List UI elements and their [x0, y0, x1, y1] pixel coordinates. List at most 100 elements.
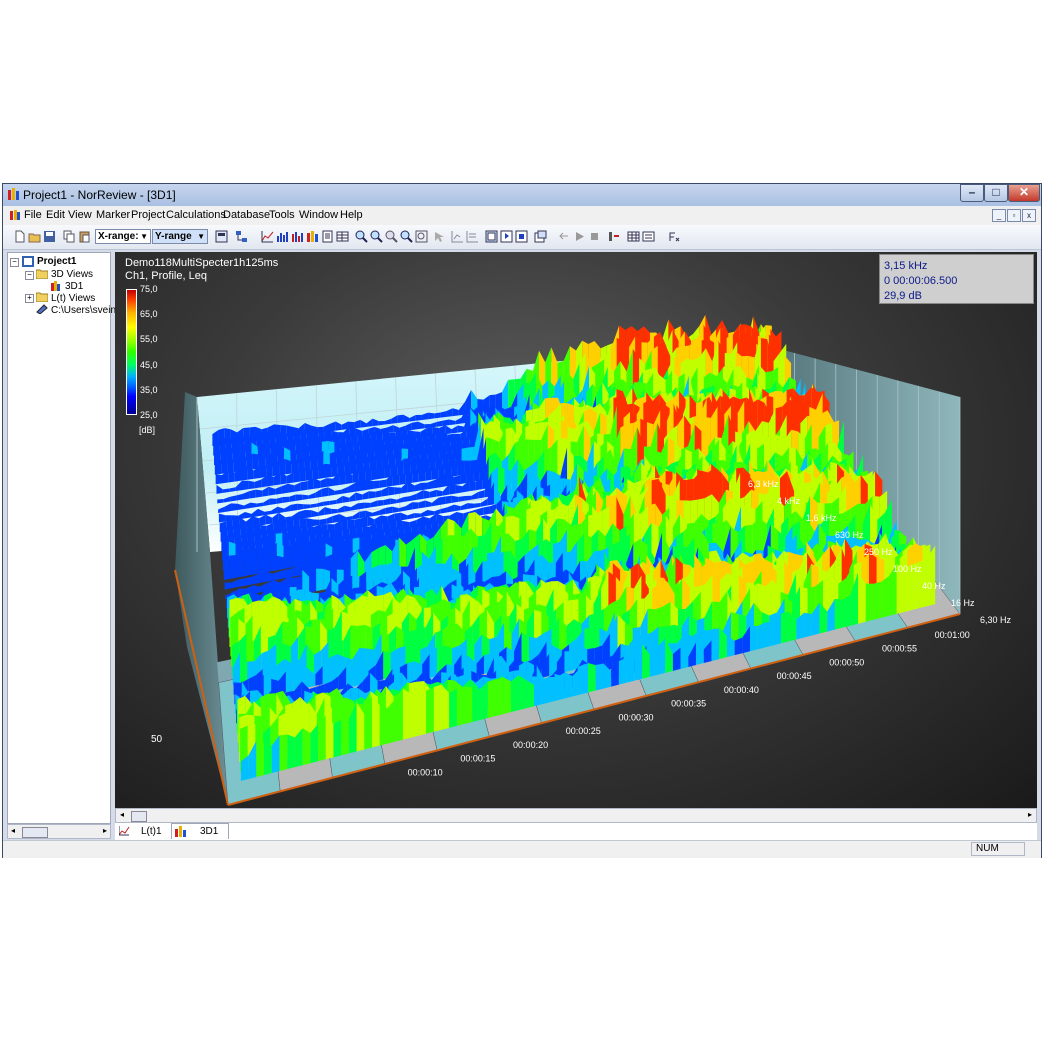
readout-level: 29,9 dB [884, 290, 922, 302]
view-mode-icon[interactable] [485, 230, 498, 243]
tree-3d-views[interactable]: 3D Views [51, 269, 93, 280]
axis-icon[interactable] [451, 230, 464, 243]
mdi-minimize-button[interactable]: _ [992, 209, 1006, 222]
x-range-dropdown[interactable]: X-range: ▼ [95, 229, 151, 244]
time-tick-label: 00:00:35 [671, 699, 706, 709]
grid-icon[interactable] [627, 230, 640, 243]
zoom-fit-icon[interactable] [400, 230, 413, 243]
menu-edit[interactable]: Edit [46, 209, 65, 221]
tree-scrollbar[interactable]: ◂ ▸ [7, 824, 111, 839]
stop-icon[interactable] [588, 230, 601, 243]
axis-scale-icon[interactable] [466, 230, 479, 243]
export-icon[interactable] [534, 230, 547, 243]
arrow-right-icon[interactable]: ▸ [103, 826, 107, 835]
document-icon[interactable] [9, 209, 21, 221]
tree-expander[interactable]: − [10, 258, 19, 267]
scroll-thumb[interactable] [131, 811, 147, 822]
tab-3d1-container[interactable]: 3D1 [171, 823, 229, 839]
3d-spectrum-view[interactable]: 00:00:10 00:00:15 00:00:20 00:00:25 00:00:30… [115, 252, 1037, 808]
surface-patch [306, 518, 314, 528]
cursor-icon[interactable] [433, 230, 446, 243]
surface-patch [881, 576, 889, 618]
maximize-button[interactable]: □ [984, 184, 1008, 202]
3d-view-icon[interactable] [306, 230, 319, 243]
close-button[interactable]: ✕ [1008, 184, 1040, 202]
zoom-icon[interactable] [385, 230, 398, 243]
arrow-left-icon[interactable]: ◂ [11, 826, 15, 835]
paste-icon[interactable] [78, 230, 91, 243]
surface-patch [358, 466, 366, 483]
menu-database[interactable]: Database [223, 209, 270, 221]
tree-expander[interactable]: − [25, 271, 34, 280]
tab-lt1[interactable]: L(t)1 [141, 824, 162, 839]
measure-icon[interactable] [607, 230, 620, 243]
tree-lt-views[interactable]: L(t) Views [51, 293, 95, 304]
zoom-in-icon[interactable] [355, 230, 368, 243]
surface-patch [385, 506, 393, 514]
tree-expander[interactable]: + [25, 294, 34, 303]
open-folder-icon[interactable] [28, 230, 41, 243]
zoom-out-icon[interactable] [370, 230, 383, 243]
legend-tick: 35,0 [140, 385, 158, 395]
menu-help[interactable]: Help [340, 209, 363, 221]
surface-patch [238, 578, 246, 587]
menu-calculations[interactable]: Calculations [166, 209, 226, 221]
mdi-close-button[interactable]: x [1022, 209, 1036, 222]
surface-patch [249, 489, 256, 499]
surface-patch [324, 463, 332, 478]
tree-3d1[interactable]: 3D1 [65, 281, 83, 292]
layout-icon[interactable] [215, 230, 228, 243]
surface-patch [464, 686, 473, 724]
menu-file[interactable]: File [24, 209, 42, 221]
freq-tick-label: 6,3 kHz [748, 479, 779, 489]
surface-patch [415, 414, 422, 421]
surface-patch [221, 460, 228, 474]
arrow-left-icon[interactable]: ◂ [120, 810, 124, 819]
tree-icon[interactable] [235, 230, 248, 243]
surface-patch [377, 467, 385, 480]
play-icon[interactable] [573, 230, 586, 243]
menu-view[interactable]: View [68, 209, 92, 221]
surface-patch [457, 460, 465, 476]
surface-patch [434, 412, 441, 419]
surface-patch [313, 519, 320, 527]
surface-patch [373, 480, 380, 489]
surface-patch [267, 475, 274, 487]
minimize-button[interactable]: – [960, 184, 984, 202]
surface-patch [231, 579, 239, 589]
spectrum-icon[interactable] [291, 230, 304, 243]
surface-patch [368, 491, 376, 499]
readout-time: 0 00:00:06.500 [884, 275, 958, 287]
line-chart-icon[interactable] [261, 230, 274, 243]
surface-patch [403, 458, 411, 476]
tree-project-root[interactable]: Project1 [37, 256, 76, 267]
play-window-icon[interactable] [500, 230, 513, 243]
menu-marker[interactable]: Marker [96, 209, 130, 221]
surface-patch [255, 489, 263, 498]
rewind-icon[interactable] [558, 230, 571, 243]
list-icon[interactable] [642, 230, 655, 243]
menu-project[interactable]: Project [131, 209, 165, 221]
y-range-dropdown[interactable]: Y-range ▼ [152, 229, 208, 244]
function-icon[interactable] [667, 230, 680, 243]
menu-tools[interactable]: Tools [269, 209, 295, 221]
copy-icon[interactable] [63, 230, 76, 243]
tree-path[interactable]: C:\Users\svein\ [51, 305, 119, 316]
chart-scrollbar[interactable]: ◂ ▸ [115, 808, 1037, 823]
surface-patch [222, 555, 230, 571]
surface-patch [510, 675, 519, 713]
surface-patch [286, 568, 293, 579]
mdi-restore-button[interactable]: ▫ [1007, 209, 1021, 222]
new-file-icon[interactable] [13, 230, 26, 243]
window-title: Project1 - NorReview - [3D1] [23, 188, 176, 202]
arrow-right-icon[interactable]: ▸ [1028, 810, 1032, 819]
window-icon[interactable] [515, 230, 528, 243]
menu-window[interactable]: Window [299, 209, 338, 221]
report-icon[interactable] [321, 230, 334, 243]
scroll-thumb[interactable] [22, 827, 48, 838]
table-icon[interactable] [336, 230, 349, 243]
bar-chart-icon[interactable] [276, 230, 289, 243]
tab-3d1[interactable]: 3D1 [200, 824, 218, 839]
zoom-reset-icon[interactable] [415, 230, 428, 243]
save-icon[interactable] [43, 230, 56, 243]
